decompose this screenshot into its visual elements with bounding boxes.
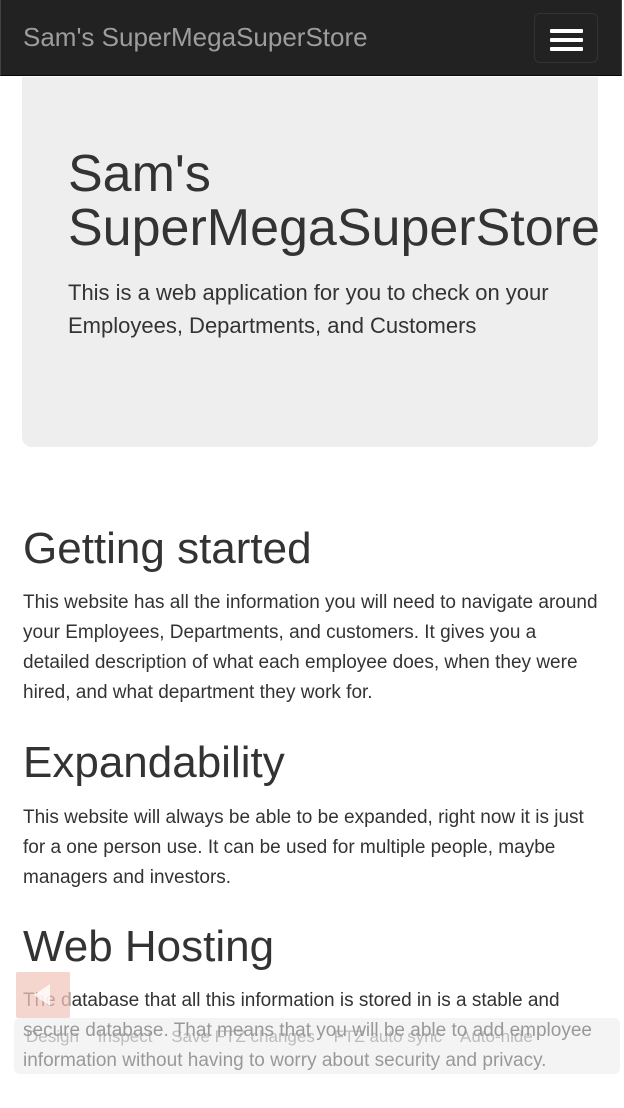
dev-toolbar-inspect-button[interactable]: Inspect bbox=[98, 1027, 153, 1046]
navbar-toggle-button[interactable] bbox=[534, 13, 598, 63]
hamburger-menu-icon-bar bbox=[550, 47, 583, 51]
dev-toolbar-autohide-button[interactable]: Auto-hide bbox=[460, 1027, 533, 1046]
expandability-text: This website will always be able to be e… bbox=[23, 807, 584, 888]
hamburger-menu-icon bbox=[550, 29, 583, 33]
jumbotron-title-line2: SuperMegaSuperStore bbox=[68, 199, 600, 257]
hamburger-menu-icon-bar bbox=[550, 38, 583, 42]
jumbotron-text: This is a web application for you to che… bbox=[68, 280, 549, 338]
dev-toolbar-sync-button[interactable]: FTZ auto sync bbox=[334, 1027, 443, 1046]
navbar: Sam's SuperMegaSuperStore bbox=[0, 0, 622, 76]
expandability-heading: Expandability bbox=[23, 738, 285, 787]
dev-toolbar-items: Design Inspect Save FTZ changes FTZ auto… bbox=[26, 1026, 616, 1048]
dev-toolbar: Design Inspect Save FTZ changes FTZ auto… bbox=[14, 1018, 620, 1074]
getting-started-heading: Getting started bbox=[23, 524, 312, 573]
getting-started-text: This website has all the information you… bbox=[23, 592, 598, 703]
jumbotron: Sam's SuperMegaSuperStore This is a web … bbox=[22, 77, 600, 447]
collapse-arrow-icon[interactable] bbox=[16, 972, 70, 1018]
web-hosting-heading: Web Hosting bbox=[23, 922, 275, 971]
jumbotron-title: Sam's SuperMegaSuperStore bbox=[68, 147, 600, 255]
navbar-brand[interactable]: Sam's SuperMegaSuperStore bbox=[23, 22, 368, 53]
jumbotron-title-line1: Sam's bbox=[68, 145, 211, 203]
dev-toolbar-design-button[interactable]: Design bbox=[26, 1027, 79, 1046]
dev-toolbar-save-button[interactable]: Save FTZ changes bbox=[171, 1027, 315, 1046]
